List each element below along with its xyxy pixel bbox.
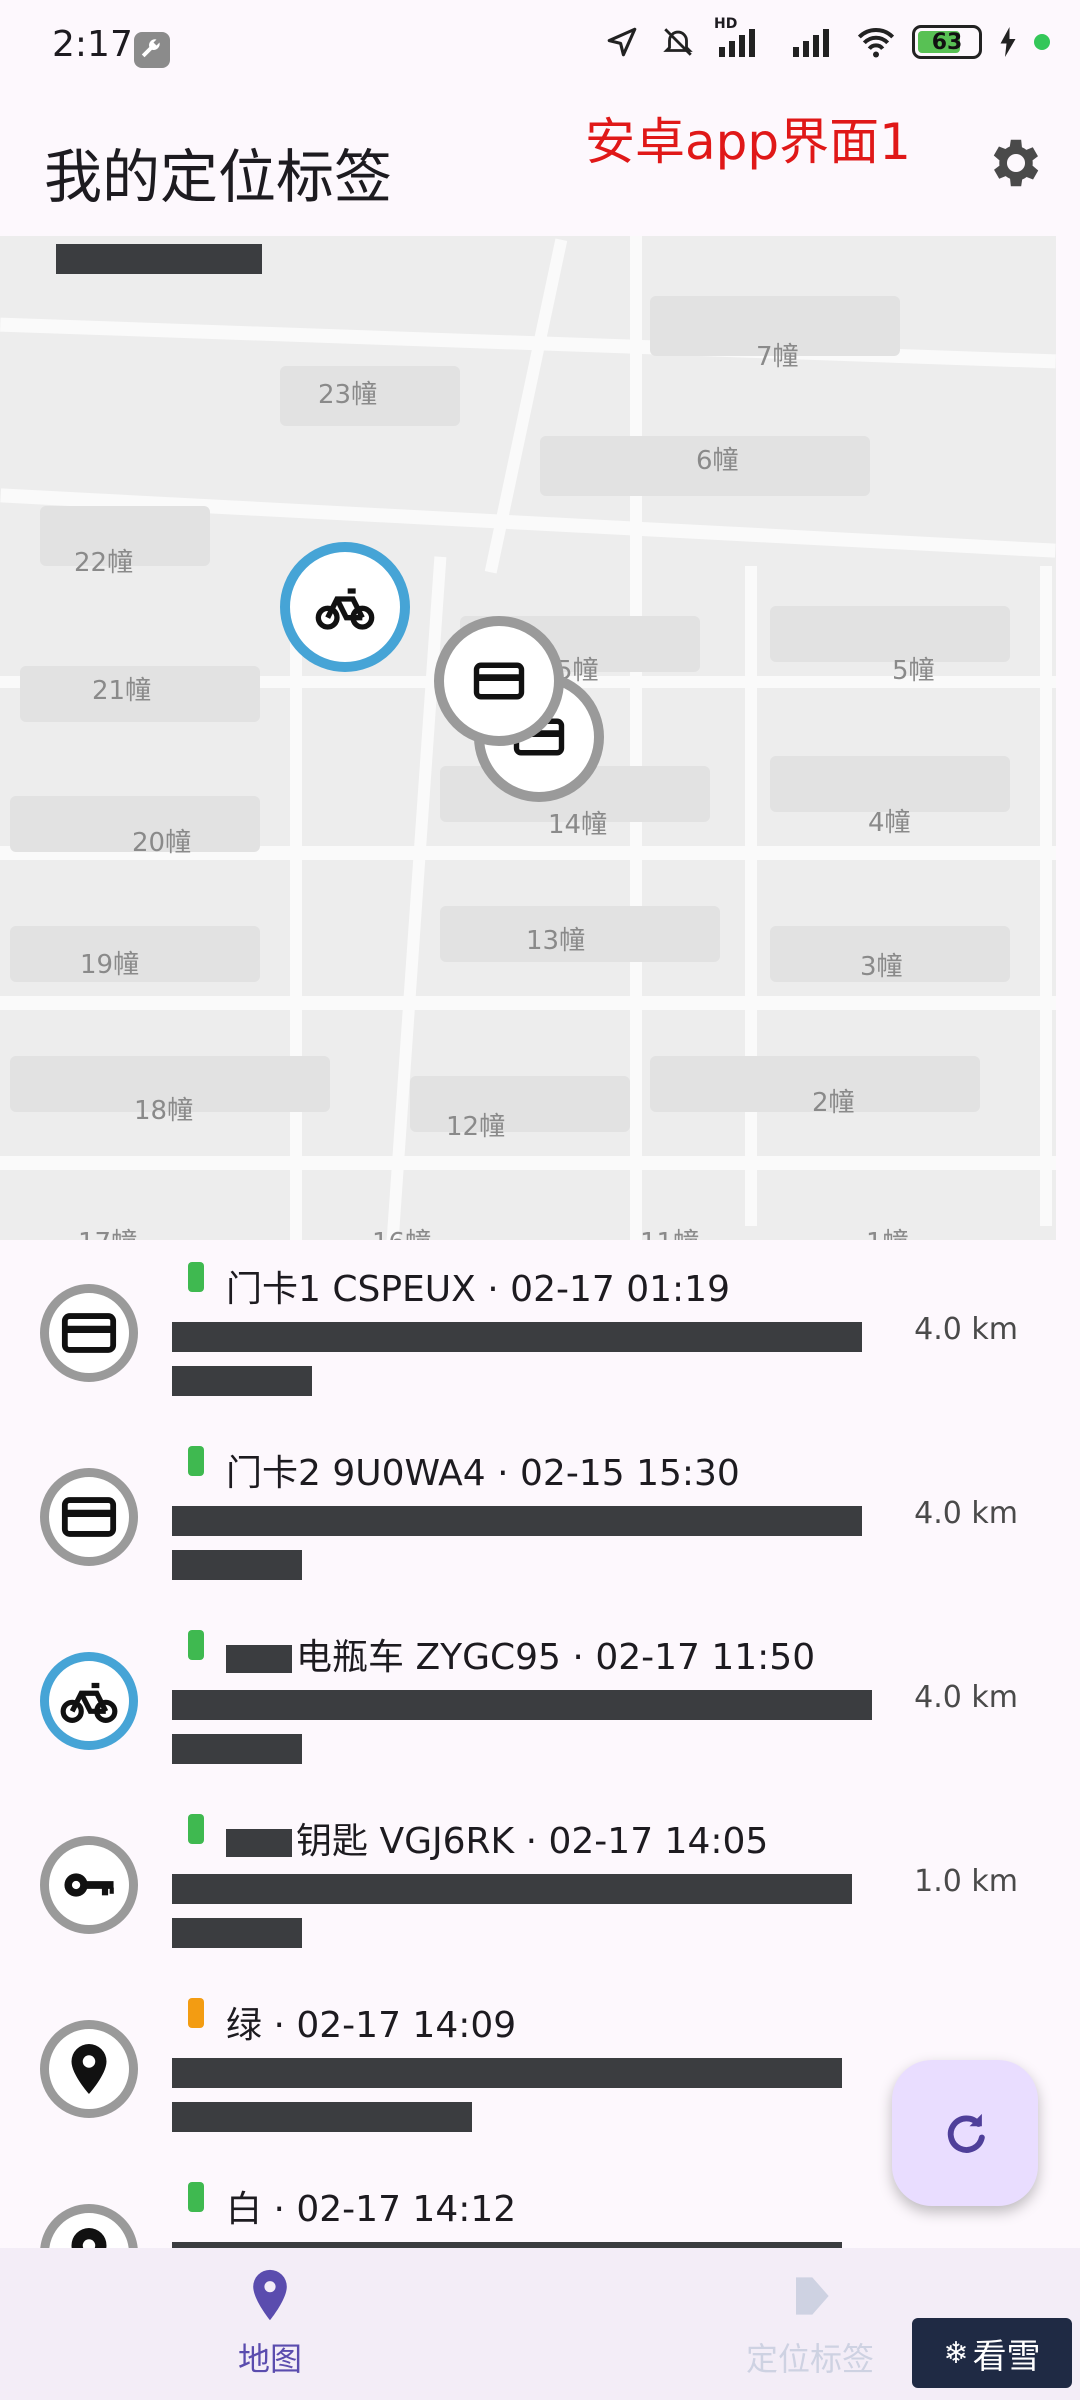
tag-avatar bbox=[40, 1468, 138, 1566]
battery-level-icon bbox=[188, 1998, 204, 2028]
location-arrow-icon bbox=[602, 22, 642, 62]
battery-level-icon bbox=[188, 1630, 204, 1660]
card-icon bbox=[61, 1497, 117, 1537]
map-marker-card-1[interactable] bbox=[434, 616, 564, 746]
redacted-address bbox=[172, 2058, 872, 2138]
tag-icon bbox=[796, 2277, 829, 2315]
tag-avatar bbox=[40, 2204, 138, 2248]
tag-distance: 4.0 km bbox=[914, 1496, 1018, 1531]
battery-indicator: 63 bbox=[912, 25, 982, 59]
map-road bbox=[0, 1156, 1056, 1170]
refresh-icon bbox=[947, 2113, 985, 2153]
battery-level-icon bbox=[188, 1262, 204, 1292]
map-label: 21幢 bbox=[92, 676, 152, 706]
redacted-address bbox=[172, 1874, 872, 1954]
map-label: 13幢 bbox=[526, 926, 586, 956]
map-label: 4幢 bbox=[868, 808, 911, 838]
map-label: 23幢 bbox=[318, 380, 378, 410]
bicycle-icon bbox=[60, 1682, 118, 1723]
list-item[interactable]: 钥匙 VGJ6RK · 02-17 14:05 1.0 km bbox=[0, 1792, 1080, 1976]
tag-avatar bbox=[40, 1284, 138, 1382]
nav-label-tags: 定位标签 bbox=[745, 2340, 874, 2378]
tag-avatar bbox=[40, 2020, 138, 2118]
tag-title: 绿 · 02-17 14:09 bbox=[226, 2005, 517, 2046]
battery-level: 63 bbox=[931, 29, 963, 55]
redacted-address bbox=[172, 1506, 872, 1586]
status-time: 2:17 bbox=[52, 24, 133, 65]
list-item[interactable]: 门卡1 CSPEUX · 02-17 01:19 4.0 km bbox=[0, 1240, 1080, 1424]
page-title: 我的定位标签 bbox=[44, 143, 393, 211]
map-label: 7幢 bbox=[756, 342, 799, 372]
nav-item-map[interactable]: 地图 bbox=[150, 2268, 390, 2388]
map-label: 19幢 bbox=[80, 950, 140, 980]
privacy-dot-icon bbox=[1034, 34, 1050, 50]
map-road bbox=[0, 996, 1056, 1010]
bell-muted-icon bbox=[658, 22, 698, 62]
map-road bbox=[290, 616, 302, 1240]
location-pin-icon bbox=[71, 2044, 107, 2094]
map-label: 12幢 bbox=[446, 1112, 506, 1142]
map-label: 5幢 bbox=[892, 656, 935, 686]
tag-title: 门卡2 9U0WA4 · 02-15 15:30 bbox=[226, 1453, 740, 1494]
card-icon bbox=[61, 1313, 117, 1353]
tag-title: 白 · 02-17 14:12 bbox=[226, 2189, 517, 2230]
app-bar: 我的定位标签 安卓app界面1 bbox=[0, 96, 1080, 236]
map-label: 3幢 bbox=[860, 952, 903, 982]
location-pin-icon bbox=[71, 2228, 107, 2248]
map-label: 16幢 bbox=[372, 1222, 431, 1240]
list-item[interactable]: 电瓶车 ZYGC95 · 02-17 11:50 4.0 km bbox=[0, 1608, 1080, 1792]
map-label: 20幢 bbox=[132, 828, 192, 858]
nav-label-map: 地图 bbox=[237, 2340, 302, 2378]
battery-level-icon bbox=[188, 2182, 204, 2212]
map-road bbox=[630, 236, 642, 1240]
card-icon bbox=[473, 662, 525, 700]
tag-avatar bbox=[40, 1836, 138, 1934]
map-label: 14幢 bbox=[548, 810, 608, 840]
tag-distance: 4.0 km bbox=[914, 1680, 1018, 1715]
nav-item-tags[interactable]: 定位标签 bbox=[690, 2268, 930, 2388]
location-pin-icon bbox=[253, 2269, 287, 2321]
map-view[interactable]: 7幢 23幢 6幢 22幢 21幢 5幢 5幢 14幢 4幢 20幢 13幢 1… bbox=[0, 236, 1056, 1240]
map-label: 22幢 bbox=[74, 548, 134, 578]
hd-label: HD bbox=[714, 16, 738, 32]
redacted-address bbox=[172, 1322, 872, 1402]
tag-distance: 4.0 km bbox=[914, 1312, 1018, 1347]
list-item[interactable]: 门卡2 9U0WA4 · 02-15 15:30 4.0 km bbox=[0, 1424, 1080, 1608]
tag-avatar bbox=[40, 1652, 138, 1750]
bicycle-icon bbox=[315, 588, 375, 630]
refresh-button[interactable] bbox=[892, 2060, 1038, 2206]
map-label: 18幢 bbox=[134, 1096, 194, 1126]
battery-level-icon bbox=[188, 1814, 204, 1844]
key-icon bbox=[64, 1873, 114, 1897]
map-label: 1幢 bbox=[866, 1222, 909, 1240]
redacted-address bbox=[172, 1690, 872, 1770]
map-label: 6幢 bbox=[696, 446, 739, 476]
settings-gear-icon[interactable] bbox=[985, 132, 1047, 194]
signal-icon bbox=[790, 22, 840, 62]
wrench-icon bbox=[134, 32, 170, 68]
tag-title: 门卡1 CSPEUX · 02-17 01:19 bbox=[226, 1269, 730, 1310]
map-road bbox=[1040, 566, 1052, 1226]
map-label: 17幢 bbox=[78, 1222, 137, 1240]
map-label: 11幢 bbox=[640, 1222, 699, 1240]
wifi-icon bbox=[856, 22, 896, 62]
map-road bbox=[745, 566, 757, 1226]
watermark: ❄ 看雪 bbox=[912, 2318, 1072, 2388]
redacted-map-label bbox=[56, 244, 262, 274]
tag-distance: 1.0 km bbox=[914, 1864, 1018, 1899]
map-label: 2幢 bbox=[812, 1088, 855, 1118]
status-icons: HD 63 bbox=[602, 16, 1050, 62]
snowflake-icon: ❄ bbox=[943, 2335, 969, 2371]
map-marker-bicycle[interactable] bbox=[280, 542, 410, 672]
status-bar: 2:17 HD 63 bbox=[0, 0, 1080, 96]
annotation-text: 安卓app界面1 bbox=[585, 113, 911, 171]
battery-level-icon bbox=[188, 1446, 204, 1476]
tag-title: 钥匙 VGJ6RK · 02-17 14:05 bbox=[226, 1812, 768, 1864]
charging-bolt-icon bbox=[998, 22, 1018, 62]
tag-title: 电瓶车 ZYGC95 · 02-17 11:50 bbox=[226, 1628, 815, 1680]
signal-hd-icon: HD bbox=[714, 16, 774, 62]
